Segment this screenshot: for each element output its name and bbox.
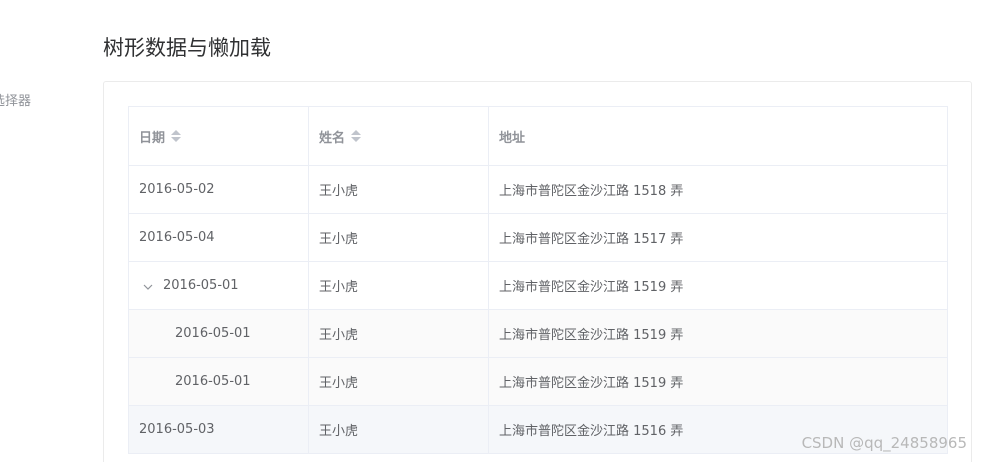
address-text: 上海市普陀区金沙江路 1518 弄 xyxy=(499,184,684,199)
date-text: 2016-05-03 xyxy=(139,422,215,437)
name-text: 王小虎 xyxy=(319,184,359,199)
address-text: 上海市普陀区金沙江路 1519 弄 xyxy=(499,328,684,343)
name-cell: 王小虎 xyxy=(309,310,489,357)
page: 选择器 树形数据与懒加载 日期 姓名 地址 xyxy=(0,0,982,462)
sidebar-item-selector[interactable]: 选择器 xyxy=(0,90,31,109)
name-cell: 王小虎 xyxy=(309,166,489,213)
address-text: 上海市普陀区金沙江路 1517 弄 xyxy=(499,232,684,247)
name-text: 王小虎 xyxy=(319,424,359,439)
column-header-label: 地址 xyxy=(499,130,526,146)
date-cell: 2016-05-01 xyxy=(129,262,309,309)
address-cell: 上海市普陀区金沙江路 1519 弄 xyxy=(489,310,947,357)
date-cell: 2016-05-01 xyxy=(129,310,309,357)
address-text: 上海市普陀区金沙江路 1519 弄 xyxy=(499,376,684,391)
column-header-address: 地址 xyxy=(489,107,947,165)
sort-caret-icon[interactable] xyxy=(351,130,362,142)
page-title: 树形数据与懒加载 xyxy=(103,36,271,60)
date-cell: 2016-05-03 xyxy=(129,406,309,453)
date-text: 2016-05-01 xyxy=(175,326,251,341)
address-text: 上海市普陀区金沙江路 1516 弄 xyxy=(499,424,684,439)
watermark: CSDN @qq_24858965 xyxy=(801,434,967,452)
column-header-label: 日期 xyxy=(139,130,166,146)
sort-descending-icon[interactable] xyxy=(351,137,362,142)
name-text: 王小虎 xyxy=(319,376,359,391)
chevron-down-icon[interactable] xyxy=(141,279,155,293)
name-cell: 王小虎 xyxy=(309,406,489,453)
date-text: 2016-05-01 xyxy=(175,374,251,389)
table-header: 日期 姓名 地址 xyxy=(129,107,947,166)
column-header-date[interactable]: 日期 xyxy=(129,107,309,165)
table-row-expanded[interactable]: 2016-05-01 王小虎 上海市普陀区金沙江路 1519 弄 xyxy=(129,262,947,310)
date-cell: 2016-05-01 xyxy=(129,358,309,405)
sort-ascending-icon[interactable] xyxy=(171,130,182,135)
table-row-child[interactable]: 2016-05-01 王小虎 上海市普陀区金沙江路 1519 弄 xyxy=(129,358,947,406)
name-text: 王小虎 xyxy=(319,280,359,295)
name-cell: 王小虎 xyxy=(309,262,489,309)
date-text: 2016-05-02 xyxy=(139,182,215,197)
address-text: 上海市普陀区金沙江路 1519 弄 xyxy=(499,280,684,295)
date-cell: 2016-05-04 xyxy=(129,214,309,261)
table-row[interactable]: 2016-05-02 王小虎 上海市普陀区金沙江路 1518 弄 xyxy=(129,166,947,214)
column-header-label: 姓名 xyxy=(319,130,346,146)
address-cell: 上海市普陀区金沙江路 1519 弄 xyxy=(489,262,947,309)
table-row-child[interactable]: 2016-05-01 王小虎 上海市普陀区金沙江路 1519 弄 xyxy=(129,310,947,358)
sort-caret-icon[interactable] xyxy=(171,130,182,142)
name-text: 王小虎 xyxy=(319,232,359,247)
column-header-name[interactable]: 姓名 xyxy=(309,107,489,165)
name-cell: 王小虎 xyxy=(309,214,489,261)
address-cell: 上海市普陀区金沙江路 1518 弄 xyxy=(489,166,947,213)
date-text: 2016-05-04 xyxy=(139,230,215,245)
sort-descending-icon[interactable] xyxy=(171,137,182,142)
name-cell: 王小虎 xyxy=(309,358,489,405)
sort-ascending-icon[interactable] xyxy=(351,130,362,135)
address-cell: 上海市普陀区金沙江路 1519 弄 xyxy=(489,358,947,405)
tree-table: 日期 姓名 地址 2016-05-02 王小虎 上海市普陀区金沙江路 1518 … xyxy=(128,106,948,454)
table-row[interactable]: 2016-05-04 王小虎 上海市普陀区金沙江路 1517 弄 xyxy=(129,214,947,262)
date-cell: 2016-05-02 xyxy=(129,166,309,213)
name-text: 王小虎 xyxy=(319,328,359,343)
date-text: 2016-05-01 xyxy=(163,278,239,293)
address-cell: 上海市普陀区金沙江路 1517 弄 xyxy=(489,214,947,261)
